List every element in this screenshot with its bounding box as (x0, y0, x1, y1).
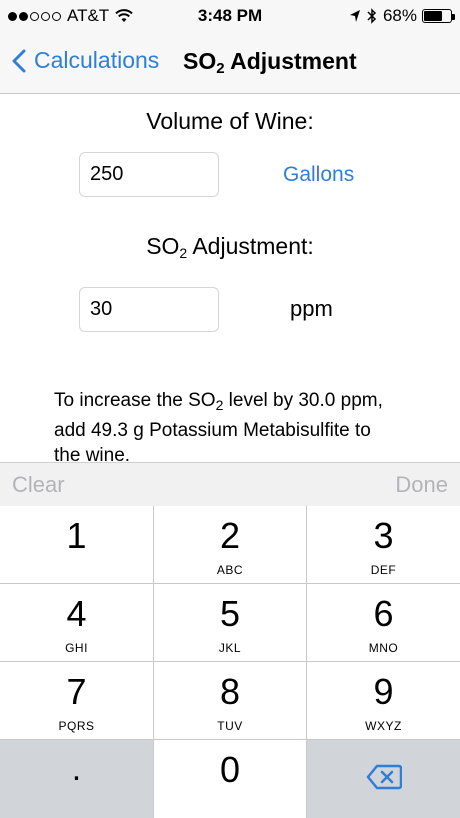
key-digit: 7 (66, 671, 87, 712)
numeric-keypad: 1 2 ABC 3 DEF 4 GHI 5 JKL 6 MNO 7 PQRS 8 TUV 9 WXYZ. 0 (0, 506, 460, 818)
back-button-label: Calculations (34, 47, 160, 73)
key-digit: 5 (219, 593, 241, 634)
so2-label-suffix: Adjustment: (187, 233, 314, 259)
navigation-bar: Calculations SO2 Adjustment (0, 32, 460, 94)
key-letters: JKL (218, 641, 242, 655)
key-digit: . (71, 750, 82, 788)
key-digit: 2 (219, 515, 241, 556)
key-backspace[interactable] (307, 740, 460, 818)
key-digit: 9 (373, 671, 394, 712)
so2-input[interactable]: 30 (79, 287, 219, 332)
key-letters: TUV (217, 719, 243, 733)
chevron-left-icon (12, 49, 26, 72)
key-letters: WXYZ (365, 719, 402, 733)
battery-percent: 68% (382, 6, 417, 25)
title-suffix: Adjustment (224, 48, 357, 74)
location-arrow-icon (349, 10, 360, 22)
key-1[interactable]: 1 (0, 506, 153, 583)
key-decimal[interactable]: . (0, 740, 153, 818)
key-digit: 0 (219, 749, 241, 790)
key-0[interactable]: 0 (154, 740, 306, 818)
volume-label: Volume of Wine: (146, 108, 314, 134)
key-digit: 3 (373, 515, 394, 556)
key-letters: ABC (216, 563, 244, 577)
result-part1: To increase the SO (54, 390, 216, 411)
key-4[interactable]: 4 GHI (0, 584, 153, 661)
title-prefix: SO (183, 48, 217, 74)
battery-cap (452, 14, 455, 20)
clear-button[interactable]: Clear (12, 472, 65, 498)
result-text: To increase the SO2 level by 30.0 ppm, a… (54, 388, 384, 468)
bluetooth-icon (367, 8, 377, 24)
key-letters: GHI (65, 641, 88, 655)
key-digit: 8 (219, 671, 241, 712)
key-3[interactable]: 3 DEF (307, 506, 460, 583)
key-8[interactable]: 8 TUV (154, 662, 306, 739)
page-title: SO2 Adjustment (183, 48, 357, 77)
key-7[interactable]: 7 PQRS (0, 662, 153, 739)
key-digit: 6 (373, 593, 394, 634)
key-letters: DEF (370, 563, 397, 577)
so2-unit-label: ppm (290, 296, 333, 321)
battery-icon (422, 9, 455, 23)
key-6[interactable]: 6 MNO (307, 584, 460, 661)
title-subscript: 2 (216, 60, 225, 77)
key-letters: MNO (368, 641, 399, 655)
status-right: 68% (349, 6, 455, 26)
key-digit: 4 (66, 593, 87, 634)
back-button[interactable]: Calculations (12, 47, 159, 74)
key-2[interactable]: 2 ABC (154, 506, 306, 583)
key-9[interactable]: 9 WXYZ (307, 662, 460, 739)
status-bar: AT&T 3:48 PM 68% (0, 0, 460, 32)
keyboard-toolbar: Clear Done (0, 462, 460, 506)
so2-label-prefix: SO (146, 233, 180, 259)
volume-unit-button[interactable]: Gallons (283, 163, 354, 187)
volume-input[interactable]: 250 (79, 152, 219, 197)
key-5[interactable]: 5 JKL (154, 584, 306, 661)
done-button[interactable]: Done (395, 472, 448, 498)
so2-adjustment-label: SO2 Adjustment: (0, 233, 460, 261)
battery-fill (424, 11, 442, 21)
key-letters: PQRS (58, 719, 95, 733)
key-digit: 1 (66, 515, 87, 556)
backspace-icon (366, 764, 402, 790)
